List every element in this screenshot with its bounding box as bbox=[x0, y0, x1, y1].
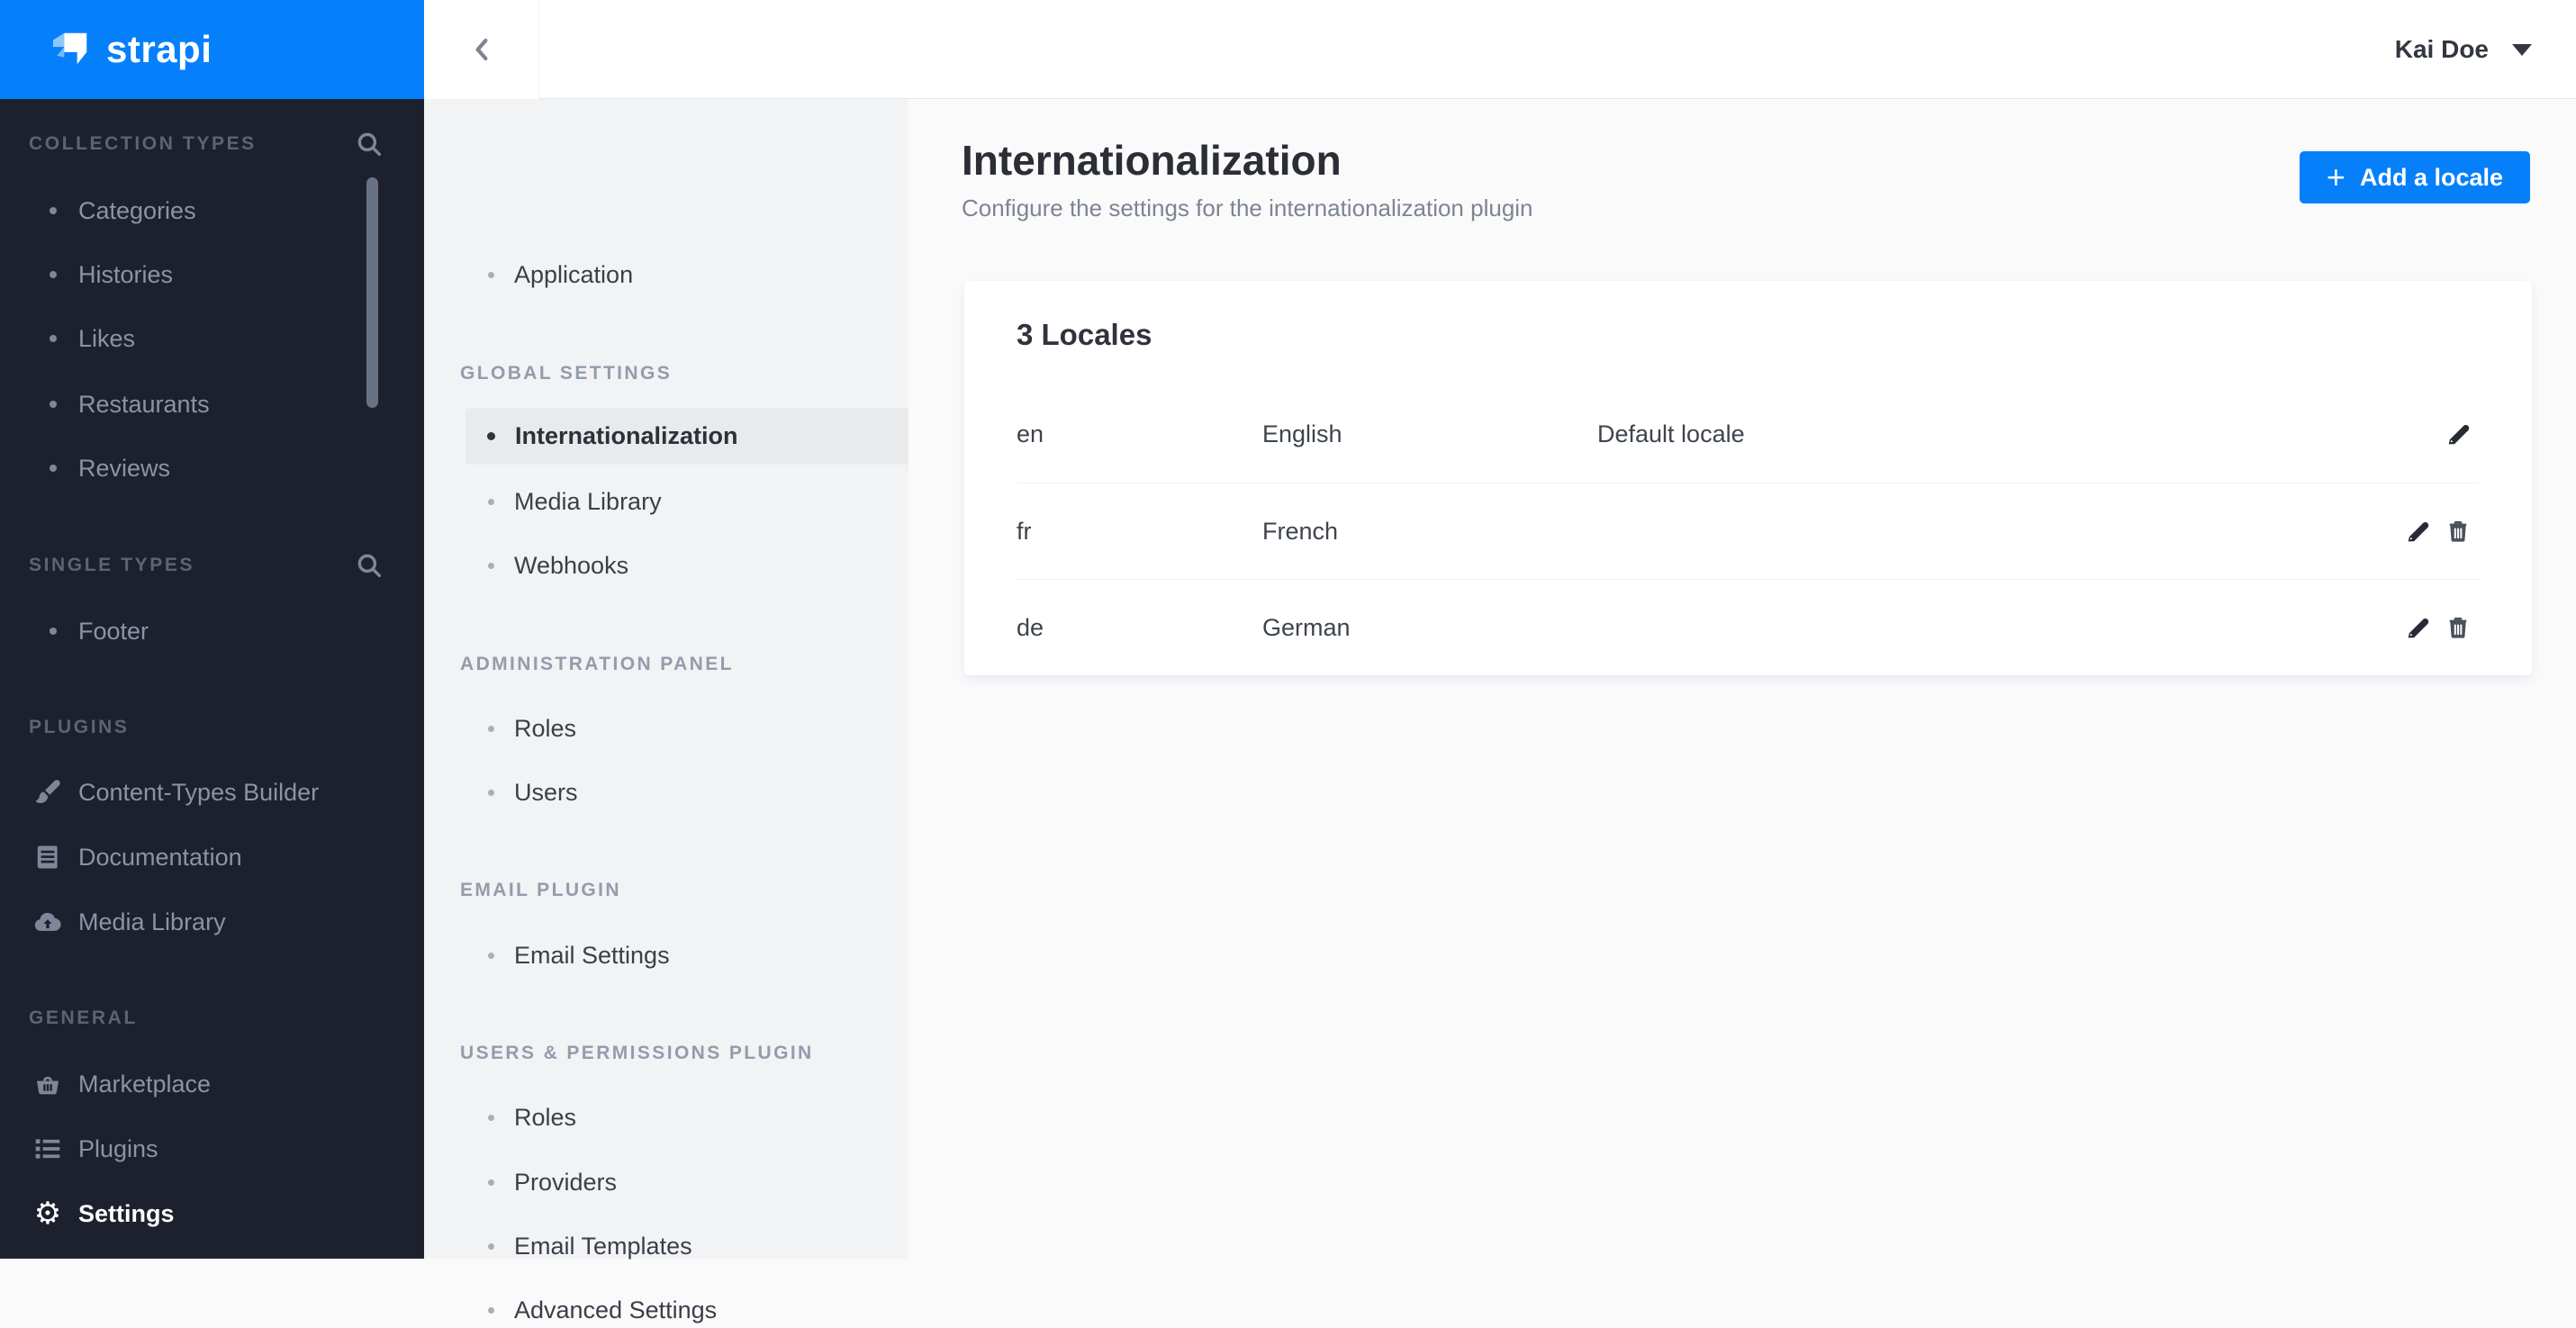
search-icon[interactable] bbox=[354, 129, 384, 159]
subnav-item-email-settings[interactable]: Email Settings bbox=[424, 937, 908, 973]
sidebar-item-documentation[interactable]: Documentation bbox=[0, 839, 424, 875]
bullet-dot bbox=[487, 431, 495, 440]
sidebar-item-plugins[interactable]: Plugins bbox=[0, 1131, 424, 1167]
subnav-section-global-settings: GLOBAL SETTINGS bbox=[460, 363, 673, 384]
section-collection-types: COLLECTION TYPES bbox=[29, 133, 257, 154]
strapi-logo-text: strapi bbox=[106, 28, 212, 70]
sidebar-item-likes[interactable]: Likes bbox=[0, 321, 424, 357]
row-actions bbox=[2404, 421, 2480, 448]
subnav-item-admin-roles[interactable]: Roles bbox=[424, 710, 908, 746]
strapi-logo-icon bbox=[52, 32, 87, 65]
subnav-section-users-permissions-plugin: USERS & PERMISSIONS PLUGIN bbox=[460, 1043, 814, 1063]
section-plugins: PLUGINS bbox=[29, 717, 130, 737]
bullet-dot bbox=[50, 207, 57, 214]
book-icon bbox=[32, 844, 63, 871]
user-name: Kai Doe bbox=[2394, 35, 2489, 63]
locales-table: en English Default locale fr French de G… bbox=[1017, 386, 2480, 675]
strapi-logo[interactable]: strapi bbox=[0, 0, 424, 99]
bullet-dot bbox=[488, 725, 494, 732]
edit-pencil-icon[interactable] bbox=[2445, 421, 2472, 448]
subnav-item-email-templates[interactable]: Email Templates bbox=[424, 1228, 908, 1264]
page-subtitle: Configure the settings for the internati… bbox=[962, 194, 1533, 221]
table-row-de: de German bbox=[1017, 579, 2480, 675]
settings-subnav: Application GLOBAL SETTINGS Internationa… bbox=[424, 99, 1297, 1323]
subnav-item-providers[interactable]: Providers bbox=[424, 1164, 908, 1200]
user-menu[interactable]: Kai Doe bbox=[2395, 0, 2532, 99]
bullet-dot bbox=[488, 498, 494, 505]
subnav-item-up-roles[interactable]: Roles bbox=[424, 1099, 908, 1135]
locale-display-name: French bbox=[1262, 517, 1339, 545]
locale-code: de bbox=[1017, 613, 1044, 641]
sidebar-item-histories[interactable]: Histories bbox=[0, 257, 424, 293]
sidebar-item-marketplace[interactable]: Marketplace bbox=[0, 1066, 424, 1102]
strapi-admin-app: strapi COLLECTION TYPES Categories Histo… bbox=[0, 0, 2576, 1323]
locale-code: en bbox=[1017, 420, 1044, 447]
sidebar-item-footer[interactable]: Footer bbox=[0, 613, 424, 649]
bullet-dot bbox=[50, 401, 57, 408]
gear-icon: ⚙ bbox=[33, 1196, 62, 1232]
locale-display-name: German bbox=[1262, 613, 1351, 641]
main-sidebar: strapi COLLECTION TYPES Categories Histo… bbox=[0, 0, 424, 1259]
plus-icon: + bbox=[2326, 158, 2346, 195]
sidebar-item-categories[interactable]: Categories bbox=[0, 193, 424, 229]
subnav-section-administration-panel: ADMINISTRATION PANEL bbox=[460, 654, 734, 674]
bullet-dot bbox=[488, 952, 494, 959]
bullet-dot bbox=[488, 789, 494, 796]
subnav-item-webhooks[interactable]: Webhooks bbox=[424, 547, 908, 583]
bullet-dot bbox=[488, 1179, 494, 1186]
row-actions bbox=[2404, 614, 2480, 641]
bullet-dot bbox=[50, 628, 57, 635]
section-general: GENERAL bbox=[29, 1007, 138, 1028]
list-icon bbox=[32, 1134, 63, 1163]
locale-note: Default locale bbox=[1597, 420, 1745, 447]
locales-card-title: 3 Locales bbox=[1017, 318, 1152, 351]
delete-trash-icon[interactable] bbox=[2445, 614, 2472, 641]
subnav-item-internationalization[interactable]: Internationalization bbox=[424, 418, 908, 454]
bullet-dot bbox=[488, 1306, 494, 1314]
bullet-dot bbox=[488, 1242, 494, 1250]
bullet-dot bbox=[488, 271, 494, 278]
subnav-item-media-library[interactable]: Media Library bbox=[424, 483, 908, 519]
paintbrush-icon bbox=[32, 778, 63, 807]
subnav-item-advanced-settings[interactable]: Advanced Settings bbox=[424, 1292, 908, 1328]
add-locale-button[interactable]: + Add a locale bbox=[2299, 151, 2530, 203]
cloud-upload-icon bbox=[32, 907, 63, 937]
empty-action-slot bbox=[2404, 421, 2431, 448]
subnav-section-email-plugin: EMAIL PLUGIN bbox=[460, 880, 621, 900]
locales-card: 3 Locales en English Default locale fr F… bbox=[964, 281, 2532, 675]
table-row-en: en English Default locale bbox=[1017, 386, 2480, 483]
search-icon[interactable] bbox=[354, 550, 384, 581]
chevron-left-icon bbox=[475, 38, 487, 61]
sidebar-item-restaurants[interactable]: Restaurants bbox=[0, 386, 424, 422]
back-button[interactable] bbox=[424, 0, 539, 99]
caret-down-icon bbox=[2512, 43, 2532, 56]
locale-code: fr bbox=[1017, 517, 1032, 545]
sidebar-item-content-types-builder[interactable]: Content-Types Builder bbox=[0, 774, 424, 810]
delete-trash-icon[interactable] bbox=[2445, 518, 2472, 545]
subnav-item-admin-users[interactable]: Users bbox=[424, 774, 908, 810]
row-actions bbox=[2404, 518, 2480, 545]
page-title: Internationalization bbox=[962, 137, 1342, 184]
locale-display-name: English bbox=[1262, 420, 1342, 447]
section-single-types: SINGLE TYPES bbox=[29, 555, 195, 575]
bullet-dot bbox=[50, 465, 57, 472]
main-content: Internationalization Configure the setti… bbox=[908, 99, 2576, 1259]
bullet-dot bbox=[488, 1114, 494, 1121]
basket-icon bbox=[32, 1070, 63, 1098]
sidebar-item-reviews[interactable]: Reviews bbox=[0, 450, 424, 486]
subnav-item-application[interactable]: Application bbox=[424, 257, 908, 293]
sidebar-item-settings[interactable]: ⚙ Settings bbox=[0, 1196, 424, 1232]
table-row-fr: fr French bbox=[1017, 483, 2480, 579]
bullet-dot bbox=[50, 335, 57, 342]
edit-pencil-icon[interactable] bbox=[2404, 614, 2431, 641]
sidebar-item-media-library[interactable]: Media Library bbox=[0, 904, 424, 940]
bullet-dot bbox=[50, 271, 57, 278]
edit-pencil-icon[interactable] bbox=[2404, 518, 2431, 545]
bullet-dot bbox=[488, 562, 494, 569]
topbar: Kai Doe bbox=[424, 0, 2576, 99]
